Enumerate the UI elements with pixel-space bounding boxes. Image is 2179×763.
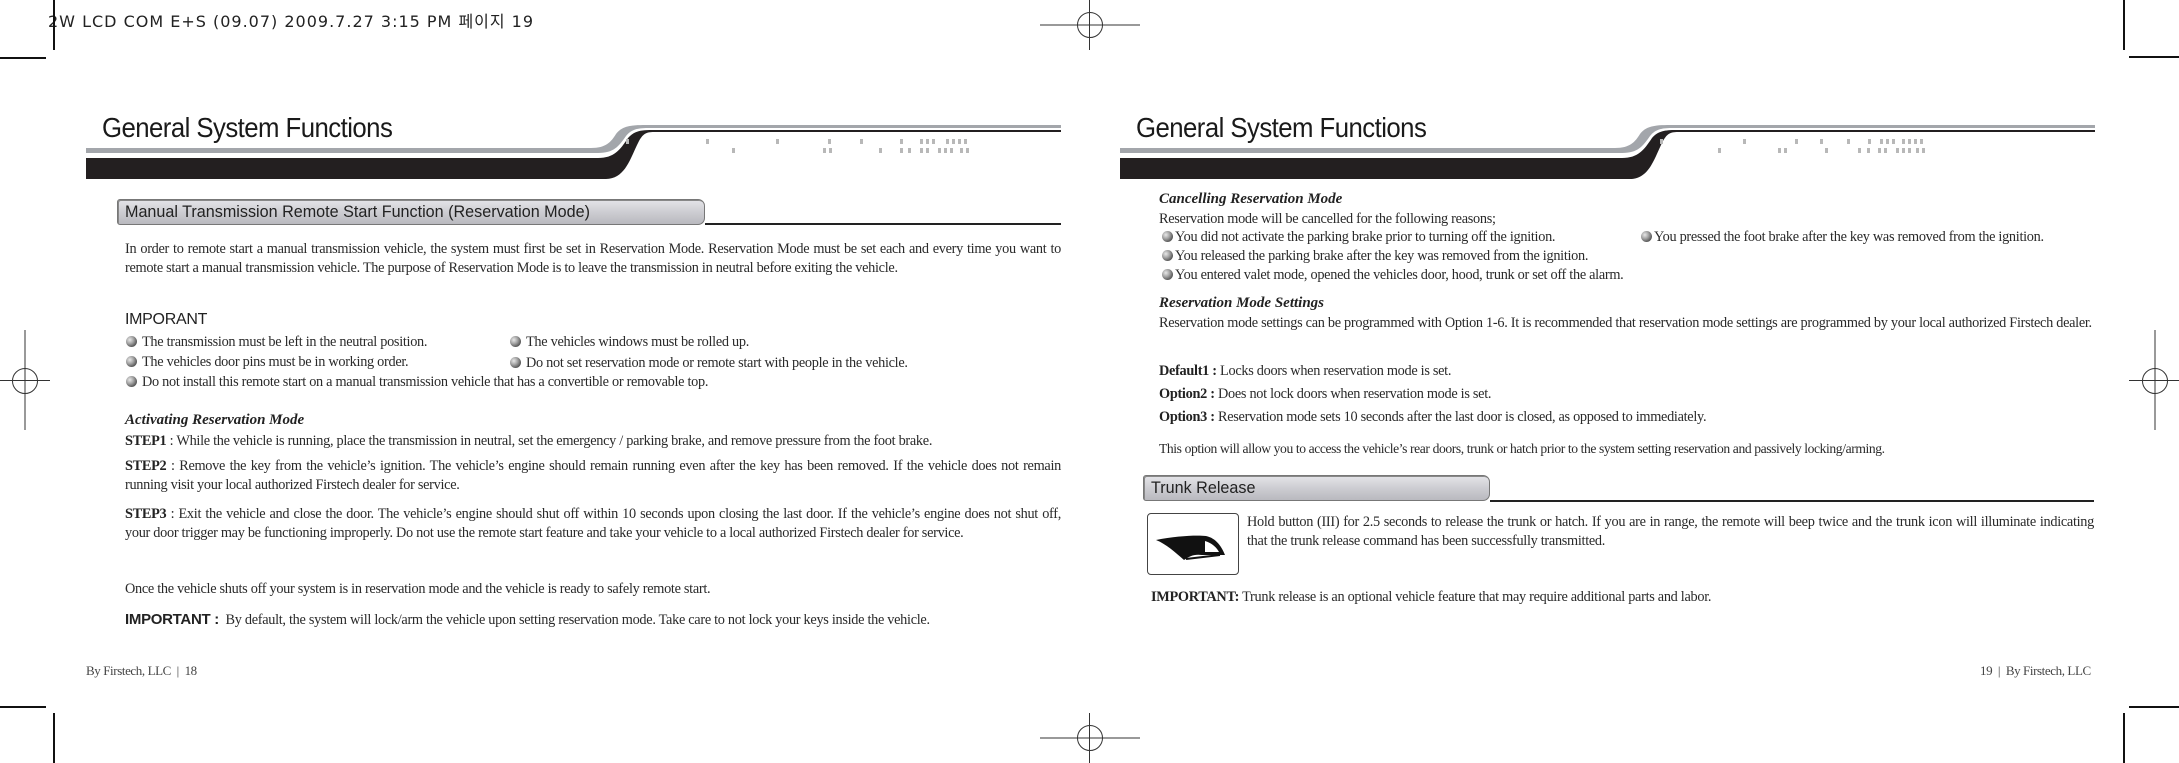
cancel-reason: You pressed the foot brake after the key… <box>1641 229 2044 246</box>
page-number: 18 <box>184 663 198 678</box>
crop-mark <box>2123 0 2125 50</box>
crop-mark <box>53 0 55 50</box>
reservation-ready-text: Once the vehicle shuts off your system i… <box>125 581 711 597</box>
bullet-icon <box>126 336 137 347</box>
bullet-icon <box>1162 250 1173 261</box>
option-default1: Default1 : Locks doors when reservation … <box>1159 363 1452 379</box>
crop-mark <box>2129 56 2179 58</box>
bullet-icon <box>126 356 137 367</box>
settings-heading: Reservation Mode Settings <box>1159 295 1325 311</box>
section-title: Manual Transmission Remote Start Functio… <box>125 202 590 221</box>
section-rule <box>705 223 1061 225</box>
section-rule <box>1490 500 2094 502</box>
trunk-important-note: IMPORTANT: Trunk release is an optional … <box>1151 589 1712 605</box>
option-note: This option will allow you to access the… <box>1159 441 1885 456</box>
bullet-icon <box>126 376 137 387</box>
crop-mark <box>2123 713 2125 763</box>
trunk-icon-box <box>1147 513 1239 575</box>
cancelling-heading: Cancelling Reservation Mode <box>1159 191 1343 207</box>
option-2: Option2 : Does not lock doors when reser… <box>1159 386 1492 402</box>
header-band <box>86 125 1061 179</box>
crop-mark <box>0 706 46 708</box>
step-2: STEP2 : Remove the key from the vehicle’… <box>125 458 1061 493</box>
trunk-release-text: Hold button (III) for 2.5 seconds to rel… <box>1247 514 2094 549</box>
activating-heading: Activating Reservation Mode <box>125 412 305 428</box>
crop-mark <box>53 713 55 763</box>
page-footer: 19 | By Firstech, LLC <box>1980 663 2091 678</box>
bullet-icon <box>510 357 521 368</box>
bullet-icon <box>1162 231 1173 242</box>
bullet-icon <box>1641 231 1652 242</box>
intro-paragraph: In order to remote start a manual transm… <box>125 241 1061 276</box>
page-number: 19 <box>1980 663 1993 678</box>
step-1: STEP1 : While the vehicle is running, pl… <box>125 433 933 449</box>
trunk-open-icon <box>1156 535 1225 560</box>
bullet-icon <box>1162 269 1173 280</box>
crop-mark <box>2129 706 2179 708</box>
cancelling-intro: Reservation mode will be cancelled for t… <box>1159 211 1496 227</box>
important-item: The transmission must be left in the neu… <box>126 334 427 351</box>
settings-intro: Reservation mode settings can be program… <box>1159 315 2092 331</box>
header-band <box>1120 125 2095 179</box>
important-item: Do not install this remote start on a ma… <box>126 374 708 391</box>
important-item: The vehicles door pins must be in workin… <box>126 354 409 371</box>
print-slug: 2W LCD COM E+S (09.07) 2009.7.27 3:15 PM… <box>48 12 535 31</box>
cancel-reason: You released the parking brake after the… <box>1162 248 1588 265</box>
important-heading: IMPORANT <box>125 311 208 328</box>
cancel-reason: You did not activate the parking brake p… <box>1162 229 1556 246</box>
bullet-icon <box>510 336 521 347</box>
cancel-reason: You entered valet mode, opened the vehic… <box>1162 267 1624 284</box>
option-3: Option3 : Reservation mode sets 10 secon… <box>1159 409 1707 425</box>
step-3: STEP3 : Exit the vehicle and close the d… <box>125 506 1061 541</box>
important-item: The vehicles windows must be rolled up. <box>510 334 749 351</box>
section-title-bar: Trunk Release <box>1143 475 1490 501</box>
important-note: IMPORTANT : By default, the system will … <box>125 611 930 628</box>
crop-mark <box>0 57 46 59</box>
page-footer: By Firstech, LLC | 18 <box>86 663 198 678</box>
section-title-bar: Manual Transmission Remote Start Functio… <box>117 199 705 225</box>
section-title: Trunk Release <box>1151 478 1256 497</box>
important-item: Do not set reservation mode or remote st… <box>510 355 908 372</box>
